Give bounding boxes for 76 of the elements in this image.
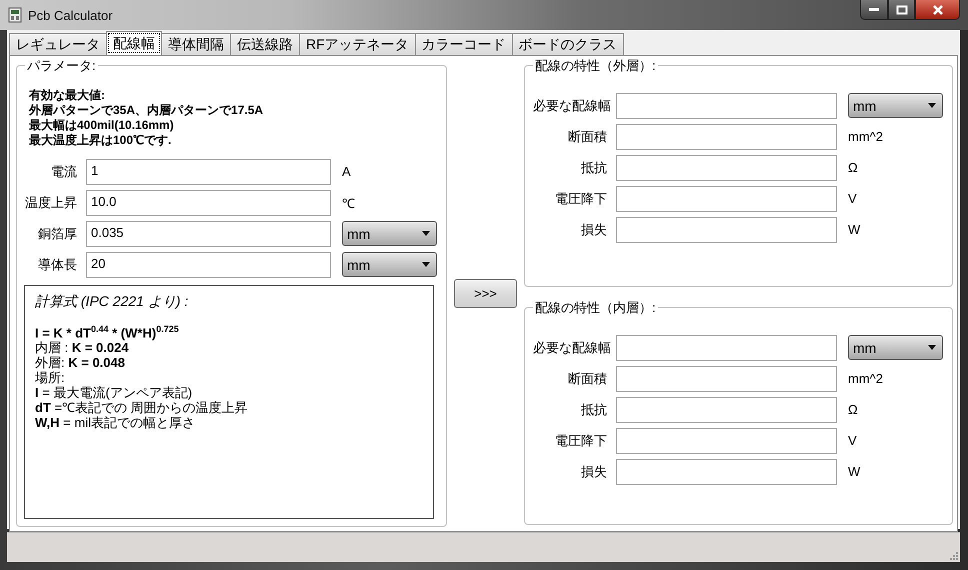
- field-label: 抵抗: [580, 158, 607, 176]
- input-field[interactable]: [616, 458, 837, 484]
- minimize-icon: [868, 8, 880, 11]
- input-field[interactable]: [616, 124, 837, 150]
- input-field[interactable]: [616, 396, 837, 422]
- field-label: 電圧降下: [554, 190, 607, 208]
- input-field[interactable]: [616, 334, 837, 360]
- field-label: 損失: [580, 220, 607, 238]
- unit-label: Ω: [848, 402, 858, 417]
- close-button[interactable]: [915, 0, 960, 20]
- tab[interactable]: ボードのクラス: [512, 33, 624, 55]
- unit-label: W: [848, 464, 860, 479]
- unit-label: A: [342, 164, 351, 179]
- unit-label: ℃: [342, 194, 355, 212]
- caret-icon: [928, 103, 936, 108]
- tab[interactable]: 導体間隔: [161, 33, 231, 55]
- minimize-button[interactable]: [860, 0, 888, 20]
- field-label: 銅箔厚: [37, 224, 77, 242]
- unit-label: mm^2: [848, 371, 883, 386]
- input-field[interactable]: [616, 366, 837, 392]
- input-field[interactable]: 0.035: [86, 220, 331, 246]
- tab[interactable]: 伝送線路: [230, 33, 300, 55]
- caret-icon: [422, 262, 430, 267]
- field-label: 電圧降下: [554, 432, 607, 450]
- formula-text: 外層: K = 0.048: [35, 355, 126, 370]
- group-title: 配線の特性（内層）:: [535, 300, 656, 315]
- window-title: Pcb Calculator: [28, 8, 113, 22]
- caret-icon: [422, 231, 430, 236]
- tab[interactable]: 配線幅: [106, 31, 162, 55]
- input-field[interactable]: 1: [86, 158, 331, 184]
- unit-dropdown[interactable]: mm: [342, 221, 437, 246]
- unit-label: V: [848, 433, 857, 448]
- field-label: 抵抗: [580, 400, 607, 418]
- tab[interactable]: カラーコード: [414, 33, 513, 55]
- caret-icon: [928, 345, 936, 350]
- formula-text: 内層 : K = 0.024: [35, 340, 129, 356]
- field-label: 電流: [50, 162, 77, 180]
- group-title: パラメータ:: [27, 58, 96, 73]
- input-field[interactable]: [616, 428, 837, 454]
- unit-dropdown[interactable]: mm: [342, 252, 437, 277]
- formula-text: W,H = mil表記での幅と厚さ: [35, 415, 196, 430]
- note-text: 有効な最大値:: [29, 88, 106, 103]
- tab[interactable]: レギュレータ: [9, 33, 107, 55]
- unit-label: Ω: [848, 160, 858, 175]
- field-label: 断面積: [567, 370, 607, 388]
- field-label: 損失: [580, 462, 607, 480]
- unit-label: W: [848, 222, 860, 237]
- formula-text: I = 最大電流(アンペア表記): [35, 385, 194, 400]
- resize-grip-icon[interactable]: [950, 552, 958, 560]
- maximize-button[interactable]: [888, 0, 915, 20]
- unit-dropdown[interactable]: mm: [848, 335, 943, 360]
- formula-text: I = K * dT$^{0.44}$ * (W*H)$^{0.725}$: [35, 323, 180, 340]
- input-field[interactable]: [616, 186, 837, 212]
- note-text: 最大温度上昇は100℃です.: [29, 133, 172, 148]
- field-label: 導体長: [37, 256, 77, 274]
- close-icon: [932, 4, 944, 14]
- unit-dropdown[interactable]: mm: [848, 93, 943, 118]
- input-field[interactable]: 10.0: [86, 190, 331, 216]
- input-field[interactable]: [616, 92, 837, 118]
- unit-label: V: [848, 191, 857, 206]
- field-label: 温度上昇: [25, 194, 77, 212]
- app-icon: [8, 7, 22, 23]
- formula-text: 場所:: [35, 370, 66, 386]
- formula-heading: 計算式 (IPC 2221 より) :: [35, 294, 190, 309]
- formula-text: dT =℃表記での 周囲からの温度上昇: [35, 400, 249, 416]
- input-field[interactable]: 20: [86, 252, 331, 278]
- group-title: 配線の特性（外層）:: [535, 58, 656, 73]
- note-text: 外層パターンで35A、内層パターンで17.5A: [29, 103, 264, 118]
- tab[interactable]: RFアッテネータ: [299, 33, 416, 55]
- input-field[interactable]: [616, 154, 837, 180]
- calculate-button[interactable]: >>>: [454, 279, 517, 308]
- note-text: 最大幅は400mil(10.16mm): [29, 118, 175, 133]
- unit-label: mm^2: [848, 129, 883, 144]
- input-field[interactable]: [616, 216, 837, 242]
- maximize-icon: [896, 4, 908, 14]
- field-label: 断面積: [567, 128, 607, 146]
